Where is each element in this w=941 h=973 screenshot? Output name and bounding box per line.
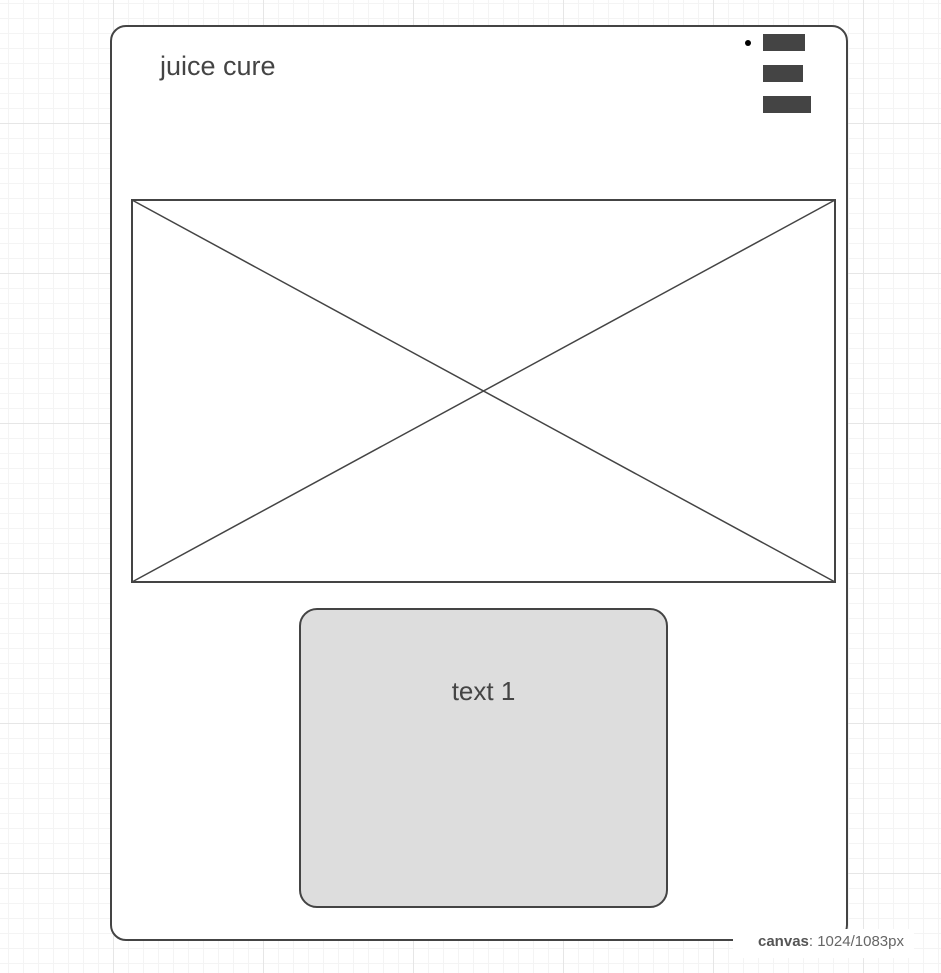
menu-bar-bottom xyxy=(763,96,811,113)
page-title: juice cure xyxy=(160,51,276,81)
menu-bar-top xyxy=(763,34,805,51)
canvas-size-value: 1024/1083px xyxy=(817,933,904,950)
image-placeholder-icon xyxy=(131,199,836,583)
canvas-size-info: canvas: 1024/1083px xyxy=(733,929,914,958)
image-placeholder-graphic xyxy=(131,199,836,583)
text-card: text 1 xyxy=(299,608,668,908)
canvas-size-key: canvas xyxy=(758,933,809,950)
text-card-label: text 1 xyxy=(451,676,516,706)
selection-dot xyxy=(745,40,751,46)
canvas-size-separator: : xyxy=(808,933,818,950)
menu-bar-middle xyxy=(763,65,803,82)
